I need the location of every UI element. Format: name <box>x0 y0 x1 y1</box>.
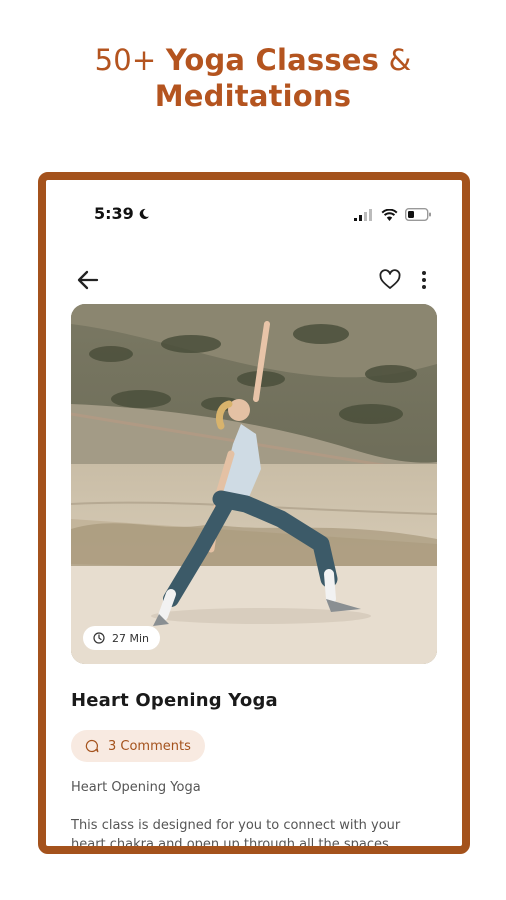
class-description: This class is designed for you to connec… <box>71 818 401 852</box>
comments-button[interactable]: 3 Comments <box>71 730 205 762</box>
favorite-button[interactable] <box>378 268 402 292</box>
class-subtitle: Heart Opening Yoga <box>71 780 201 795</box>
status-icons <box>354 207 432 226</box>
back-arrow-icon <box>77 270 99 290</box>
comments-label: 3 Comments <box>108 738 191 754</box>
status-bar: 5:39 <box>46 204 462 226</box>
more-vertical-icon <box>422 271 426 289</box>
headline-line-1: 50+ Yoga Classes & <box>0 42 506 78</box>
duration-chip: 27 Min <box>83 626 161 650</box>
heart-icon <box>379 269 401 289</box>
headline-highlight-meditations: Meditations <box>154 79 352 113</box>
moon-icon <box>138 207 150 225</box>
phone-frame: 5:39 27 Min Heart Opening Yoga 3 Comment… <box>38 172 470 854</box>
status-time: 5:39 <box>94 204 134 223</box>
top-nav <box>46 264 462 296</box>
class-cover-image: 27 Min <box>71 304 437 664</box>
duration-label: 27 Min <box>112 631 150 645</box>
headline-prefix: 50+ <box>94 43 166 77</box>
headline-connector: & <box>379 43 412 77</box>
wifi-icon <box>381 208 398 226</box>
signal-icon <box>354 208 374 226</box>
back-button[interactable] <box>74 266 102 294</box>
comment-icon <box>85 739 99 753</box>
more-options-button[interactable] <box>414 268 434 292</box>
clock-icon <box>93 632 105 644</box>
headline-highlight-yoga: Yoga Classes <box>165 43 380 77</box>
promo-headline: 50+ Yoga Classes & Meditations <box>0 42 506 114</box>
battery-icon <box>404 207 432 226</box>
class-title: Heart Opening Yoga <box>71 690 278 711</box>
yoga-photo <box>71 304 437 664</box>
